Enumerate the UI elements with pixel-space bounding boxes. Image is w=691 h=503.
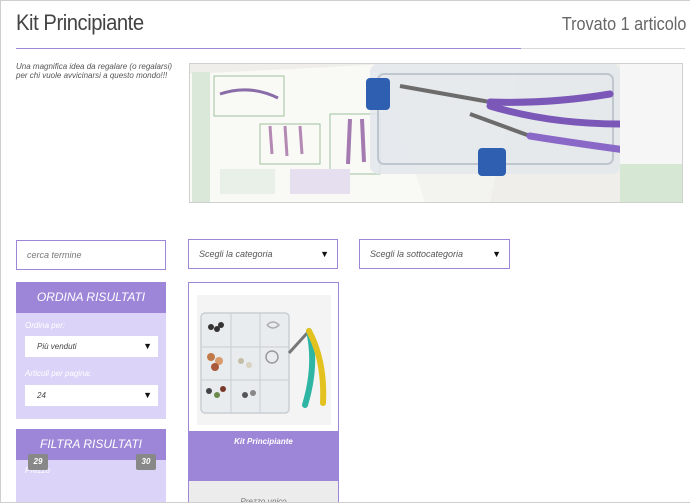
- sort-select[interactable]: Più venduti ▼: [25, 336, 158, 357]
- hero-illustration: [190, 64, 682, 202]
- price-min-handle[interactable]: 29: [28, 454, 48, 470]
- page-title: Kit Principiante: [16, 10, 144, 35]
- header-divider-secondary: [521, 48, 685, 49]
- chevron-down-icon: ▼: [492, 249, 501, 259]
- per-page-select-value: 24: [37, 391, 46, 400]
- page-frame: Kit Principiante Trovato 1 articolo Una …: [0, 0, 690, 503]
- chevron-down-icon: ▼: [320, 249, 329, 259]
- sort-label: Ordina per:: [25, 321, 66, 330]
- order-panel-title: ORDINA RISULTATI: [16, 282, 166, 313]
- order-results-panel: ORDINA RISULTATI Ordina per: Più venduti…: [16, 282, 166, 419]
- product-card[interactable]: Kit Principiante Prezzo unico: [188, 282, 339, 502]
- sort-select-value: Più venduti: [37, 342, 77, 351]
- subcategory-select[interactable]: Scegli la sottocategoria ▼: [359, 239, 510, 269]
- category-select-label: Scegli la categoria: [199, 249, 273, 259]
- price-max-handle[interactable]: 30: [136, 454, 156, 470]
- product-price-label: Prezzo unico: [189, 481, 338, 502]
- hero-image: [189, 63, 683, 203]
- chevron-down-icon: ▼: [143, 341, 152, 351]
- subcategory-select-label: Scegli la sottocategoria: [370, 249, 464, 259]
- category-select[interactable]: Scegli la categoria ▼: [188, 239, 338, 269]
- per-page-select[interactable]: 24 ▼: [25, 385, 158, 406]
- chevron-down-icon: ▼: [143, 390, 152, 400]
- header-divider: [16, 48, 521, 49]
- intro-text: Una magnifica idea da regalare (o regala…: [16, 62, 173, 80]
- product-illustration: [197, 295, 331, 425]
- product-image: [197, 295, 331, 425]
- product-name[interactable]: Kit Principiante: [189, 431, 338, 481]
- search-input[interactable]: cerca termine: [16, 240, 166, 270]
- result-count: Trovato 1 articolo: [561, 14, 686, 34]
- per-page-label: Articoli per pagina:: [25, 369, 92, 378]
